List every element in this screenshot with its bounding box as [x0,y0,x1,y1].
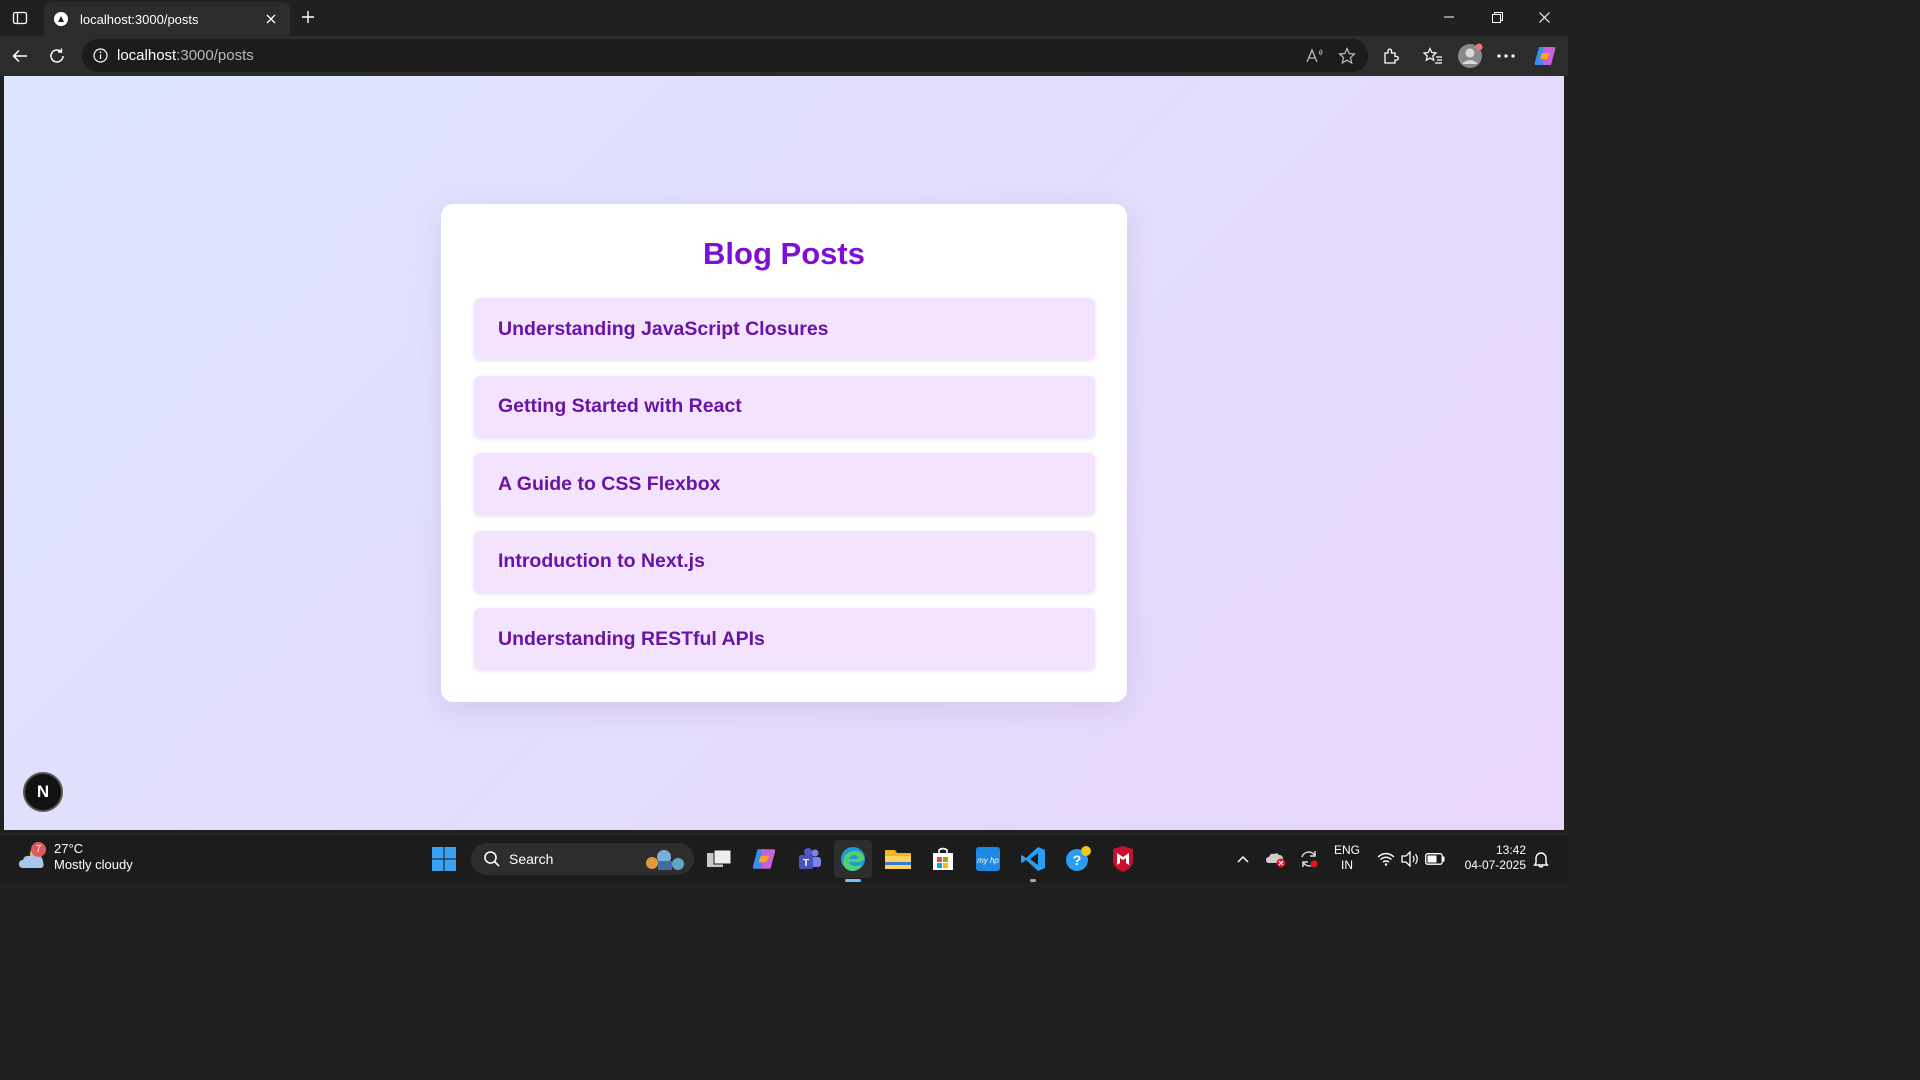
site-info-icon[interactable] [92,48,108,64]
windows-taskbar: 7 27°C Mostly cloudy Search T my hp ? EN… [0,834,1568,882]
post-item[interactable]: Introduction to Next.js [474,530,1095,593]
post-title[interactable]: Understanding JavaScript Closures [498,318,829,341]
language-indicator[interactable]: ENG IN [1334,843,1360,873]
tab-title: localhost:3000/posts [80,11,199,27]
page-viewport: Blog Posts Understanding JavaScript Clos… [4,76,1564,830]
post-title[interactable]: Getting Started with React [498,395,742,418]
cloudy-weather-icon: 7 [18,842,48,870]
task-view-icon[interactable] [700,840,738,878]
weather-widget[interactable]: 7 27°C Mostly cloudy [18,841,133,873]
post-title[interactable]: Understanding RESTful APIs [498,628,765,651]
blog-card: Blog Posts Understanding JavaScript Clos… [441,204,1127,702]
extensions-icon[interactable] [1377,42,1405,70]
copilot-app-icon[interactable] [745,840,783,878]
post-item[interactable]: Understanding RESTful APIs [474,608,1095,670]
onedrive-error-icon[interactable] [1265,847,1287,871]
post-list: Understanding JavaScript Closures Gettin… [474,298,1095,686]
language-secondary: IN [1341,858,1353,872]
browser-tab[interactable]: localhost:3000/posts [44,2,290,36]
favorites-icon[interactable] [1419,42,1447,70]
svg-text:?: ? [1073,852,1082,868]
clock[interactable]: 13:42 04-07-2025 [1456,843,1526,873]
post-item[interactable]: Getting Started with React [474,375,1095,438]
url-host: localhost [117,47,177,64]
teams-icon[interactable]: T [790,840,828,878]
get-help-icon[interactable]: ? [1059,840,1097,878]
read-aloud-icon[interactable] [1302,43,1328,69]
search-label: Search [509,851,554,867]
search-icon [484,851,500,867]
taskbar-search[interactable]: Search [471,843,694,875]
post-item[interactable]: A Guide to CSS Flexbox [474,453,1095,515]
windows-start-icon[interactable] [425,840,463,878]
open-app-indicator [1030,879,1036,882]
microsoft-store-icon[interactable] [924,840,962,878]
time: 13:42 [1495,843,1526,857]
sidebar-toggle-icon[interactable] [8,6,32,30]
mcafee-icon[interactable] [1104,840,1142,878]
favorite-star-icon[interactable] [1334,43,1360,69]
tab-close-icon[interactable] [262,10,280,28]
browser-titlebar: localhost:3000/posts [0,0,1568,36]
nextjs-dev-indicator[interactable]: N [23,772,63,812]
myhp-icon[interactable]: my hp [969,840,1007,878]
post-title[interactable]: Introduction to Next.js [498,550,705,573]
nextjs-favicon-icon [54,12,68,26]
svg-text:T: T [803,858,809,869]
weather-text: 27°C Mostly cloudy [54,841,133,873]
restore-icon[interactable] [1474,0,1520,34]
browser-toolbar: localhost:3000/posts [0,36,1568,76]
vscode-icon[interactable] [1014,840,1052,882]
sync-icon[interactable] [1298,847,1320,871]
active-app-indicator [845,879,861,882]
battery-icon[interactable] [1424,847,1446,871]
file-explorer-icon[interactable] [879,840,917,878]
refresh-icon[interactable] [43,42,71,70]
minimize-icon[interactable] [1426,0,1472,34]
notifications-icon[interactable] [1531,847,1551,871]
url-path: :3000/posts [176,47,254,64]
edge-icon[interactable] [834,840,872,882]
more-options-icon[interactable] [1492,42,1520,70]
volume-icon[interactable] [1400,847,1420,871]
url-text: localhost:3000/posts [117,47,254,64]
weather-condition: Mostly cloudy [54,857,133,872]
svg-text:my hp: my hp [977,856,999,865]
date: 04-07-2025 [1464,858,1526,872]
language-primary: ENG [1334,843,1361,857]
post-title[interactable]: A Guide to CSS Flexbox [498,473,720,496]
wifi-icon[interactable] [1376,847,1396,871]
show-hidden-icons-chevron-icon[interactable] [1234,847,1252,871]
address-bar[interactable]: localhost:3000/posts [82,39,1368,72]
copilot-icon[interactable] [1531,42,1559,70]
weather-alert-badge: 7 [31,842,46,857]
new-tab-icon[interactable] [296,5,320,29]
close-window-icon[interactable] [1521,0,1567,34]
profile-avatar-icon[interactable] [1456,42,1484,70]
page-title: Blog Posts [703,236,865,271]
temperature: 27°C [54,841,84,856]
post-item[interactable]: Understanding JavaScript Closures [474,298,1095,360]
search-highlight-icon [646,850,684,870]
back-icon[interactable] [6,42,34,70]
